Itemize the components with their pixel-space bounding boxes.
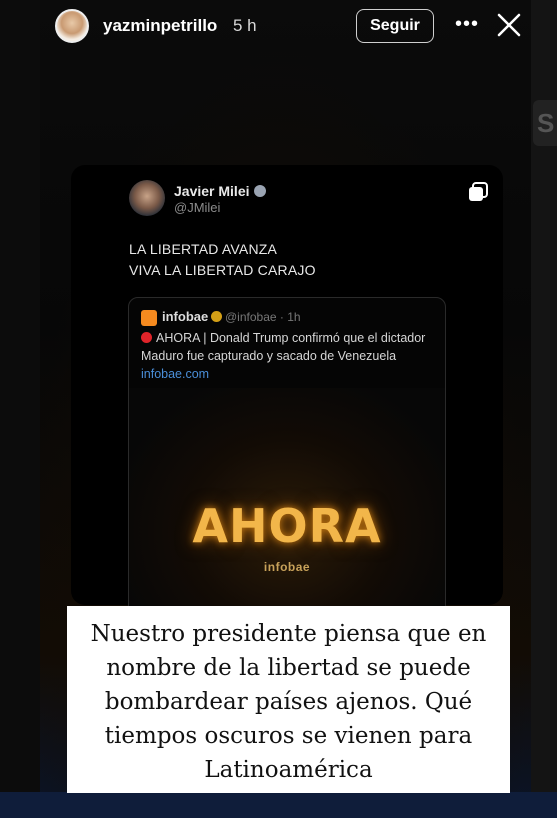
quote-meta: @infobae · 1h xyxy=(225,310,301,324)
username[interactable]: yazminpetrillo xyxy=(103,16,217,36)
tweet-line: VIVA LA LIBERTAD CARAJO xyxy=(129,262,316,278)
story-header: yazminpetrillo 5 h Seguir ••• xyxy=(0,0,557,60)
caption-line: nombre de la libertad se puede xyxy=(106,655,471,681)
media-title: AHORA xyxy=(192,499,382,553)
quoted-tweet: infobae @infobae · 1h AHORA | Donald Tru… xyxy=(128,297,446,619)
quote-media: AHORA infobae xyxy=(129,388,445,618)
tweet-text: LA LIBERTAD AVANZA VIVA LA LIBERTAD CARA… xyxy=(129,239,316,281)
tweet-author-name: Javier Milei xyxy=(174,183,266,199)
caption-line: Nuestro presidente piensa que en xyxy=(90,621,487,647)
quote-text: AHORA | Donald Trump confirmó que el dic… xyxy=(141,331,426,381)
next-story-preview: S xyxy=(533,100,557,146)
caption-line: bombardear países ajenos. Qué xyxy=(104,689,473,715)
story-time: 5 h xyxy=(233,16,257,35)
verified-icon xyxy=(253,185,266,197)
story-caption: Nuestro presidente piensa que en nombre … xyxy=(67,606,510,793)
close-icon[interactable] xyxy=(496,12,522,38)
avatar[interactable] xyxy=(55,9,89,43)
red-circle-icon xyxy=(141,332,152,343)
caption-line: Latinoamérica xyxy=(204,757,373,783)
follow-button[interactable]: Seguir xyxy=(356,9,434,43)
tweet-line: LA LIBERTAD AVANZA xyxy=(129,241,278,257)
tweet-avatar xyxy=(129,180,165,216)
bottom-strip xyxy=(0,792,557,818)
tweet-screenshot: Javier Milei @JMilei LA LIBERTAD AVANZA … xyxy=(71,165,503,619)
previous-story-edge[interactable] xyxy=(0,0,40,818)
quote-source-name: infobae xyxy=(162,309,223,324)
copy-icon xyxy=(469,182,488,201)
quote-link: infobae.com xyxy=(141,367,210,381)
caption-line: tiempos oscuros se vienen para xyxy=(104,723,473,749)
tweet-author-handle: @JMilei xyxy=(174,200,221,215)
infobae-logo-icon xyxy=(141,310,157,326)
more-icon[interactable]: ••• xyxy=(455,13,479,36)
next-story-edge[interactable]: S xyxy=(531,0,557,818)
verified-icon xyxy=(211,311,223,322)
media-subtitle: infobae xyxy=(263,560,311,574)
